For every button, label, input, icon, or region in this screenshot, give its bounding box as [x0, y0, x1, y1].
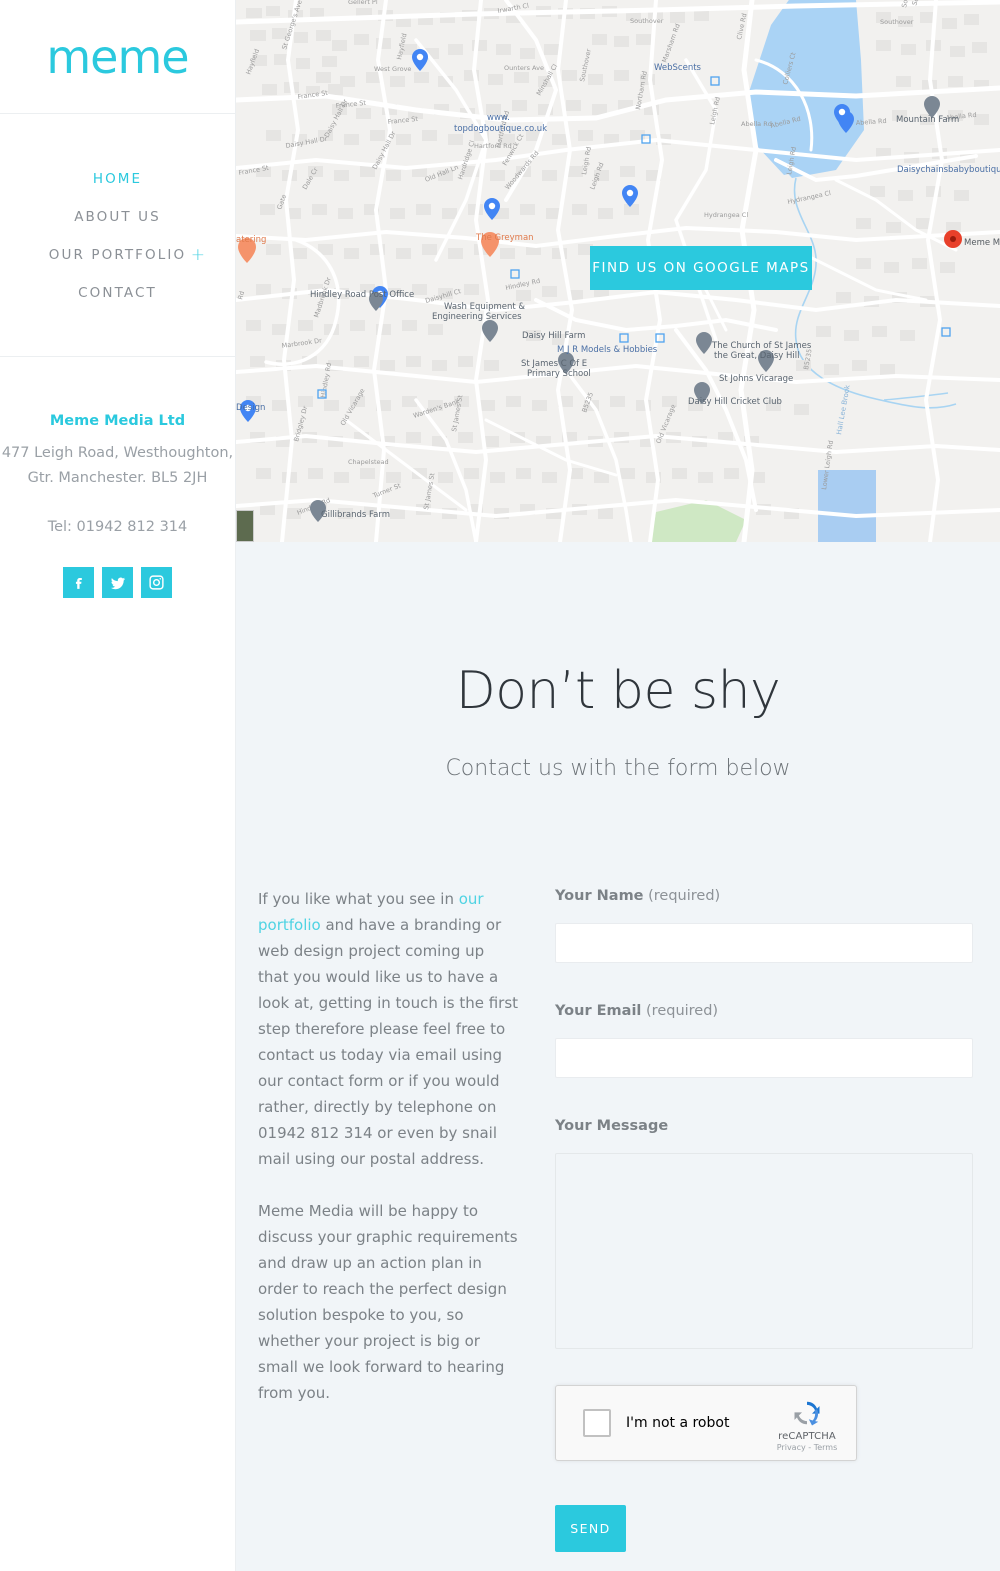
svg-text:Hindley Road Post Office: Hindley Road Post Office: [310, 290, 414, 300]
svg-text:Design: Design: [236, 403, 265, 413]
svg-text:topdogboutique.co.uk: topdogboutique.co.uk: [454, 124, 547, 134]
logo-block[interactable]: meme: [0, 0, 235, 114]
svg-text:Meme Media: Meme Media: [964, 238, 1000, 248]
nav-item-home[interactable]: HOME: [0, 160, 235, 198]
map-button-label: FIND US ON GOOGLE MAPS: [592, 260, 810, 276]
svg-text:Gellert Pl: Gellert Pl: [348, 0, 378, 6]
svg-text:Southover: Southover: [630, 17, 664, 25]
svg-text:Southover: Southover: [880, 18, 914, 26]
company-name: Meme Media Ltd: [49, 413, 186, 429]
your-name-label-main: Your Name: [555, 887, 644, 904]
your-name-input[interactable]: [555, 922, 973, 963]
svg-text:Daisychainsbabyboutique: Daisychainsbabyboutique: [897, 165, 1000, 175]
svg-text:WebScents: WebScents: [654, 63, 702, 73]
your-email-input[interactable]: [555, 1037, 973, 1078]
your-name-label: Your Name (required): [555, 888, 981, 904]
svg-text:Hydrangea Cl: Hydrangea Cl: [704, 211, 748, 219]
nav-item-our-portfolio[interactable]: OUR PORTFOLIO +: [0, 236, 235, 274]
svg-text:The Greyman: The Greyman: [475, 233, 534, 243]
site-logo: meme: [46, 29, 189, 84]
svg-text:atering: atering: [236, 235, 266, 245]
address-line-1: 477 Leigh Road, Westhoughton,: [1, 445, 234, 461]
sidebar-contact-block: Meme Media Ltd 477 Leigh Road, Westhough…: [0, 357, 235, 598]
your-name-label-required: (required): [643, 887, 721, 904]
nav-item-about-us[interactable]: ABOUT US: [0, 198, 235, 236]
page-subtitle: Contact us with the form below: [445, 755, 791, 781]
your-email-label-required: (required): [641, 1002, 719, 1019]
nav-item-contact[interactable]: CONTACT: [0, 274, 235, 312]
contact-form: Your Name (required) Your Email (require…: [541, 886, 981, 1552]
svg-text:West Grove: West Grove: [374, 65, 411, 73]
svg-text:Chapelstead: Chapelstead: [348, 458, 389, 466]
expand-plus-icon[interactable]: +: [191, 245, 205, 265]
facebook-icon[interactable]: [63, 567, 94, 598]
intro-text-column: If you like what you see in our portfoli…: [258, 886, 541, 1552]
svg-text:St Johns Vicarage: St Johns Vicarage: [719, 374, 793, 384]
nav-item-our-portfolio-label: OUR PORTFOLIO: [48, 247, 187, 263]
your-message-label: Your Message: [555, 1118, 981, 1134]
svg-text:Mountain Farm: Mountain Farm: [896, 115, 959, 125]
svg-text:Daisy Hill Farm: Daisy Hill Farm: [522, 331, 585, 341]
svg-text:www.: www.: [487, 113, 510, 123]
svg-text:the Great, Daisy Hill: the Great, Daisy Hill: [714, 351, 799, 361]
content-columns: If you like what you see in our portfoli…: [236, 781, 1000, 1552]
svg-text:Gillibrands Farm: Gillibrands Farm: [321, 510, 390, 520]
intro-p1-post: and have a branding or web design projec…: [258, 915, 519, 1168]
your-message-label-main: Your Message: [555, 1117, 669, 1134]
page-title: Don’t be shy: [455, 660, 781, 721]
svg-text:Wash Equipment &: Wash Equipment &: [444, 302, 525, 312]
main-navigation: HOME ABOUT US OUR PORTFOLIO + CONTACT: [0, 114, 235, 357]
send-button[interactable]: SEND: [555, 1504, 626, 1552]
intro-paragraph-2: Meme Media will be happy to discuss your…: [258, 1201, 518, 1402]
svg-text:St James C Of E: St James C Of E: [521, 359, 587, 369]
instagram-icon[interactable]: [141, 567, 172, 598]
telephone: Tel: 01942 812 314: [47, 519, 188, 535]
svg-text:M J R Models & Hobbies: M J R Models & Hobbies: [557, 345, 658, 355]
nav-item-home-label: HOME: [92, 171, 143, 187]
svg-text:Hartford Rd: Hartford Rd: [474, 142, 512, 150]
address-line-2: Gtr. Manchester. BL5 2JH: [27, 470, 208, 486]
intro-paragraph-1: If you like what you see in our portfoli…: [258, 886, 519, 1172]
svg-text:Engineering Services: Engineering Services: [432, 312, 522, 322]
contact-section: Don’t be shy Contact us with the form be…: [236, 542, 1000, 1571]
your-email-label-main: Your Email: [555, 1002, 642, 1019]
recaptcha-logo-icon: [768, 1396, 846, 1430]
social-links: [0, 567, 235, 598]
find-us-on-google-maps-button[interactable]: FIND US ON GOOGLE MAPS: [590, 246, 812, 290]
street-view-thumbnail[interactable]: [236, 510, 254, 542]
svg-text:Abella Rd: Abella Rd: [741, 120, 772, 128]
map-region[interactable]: Gellert Pl Southover Southover West Grov…: [236, 0, 1000, 542]
svg-text:Daisy Hill Cricket Club: Daisy Hill Cricket Club: [688, 397, 782, 407]
your-email-label: Your Email (required): [555, 1003, 981, 1019]
intro-p1-pre: If you like what you see in: [258, 889, 459, 908]
your-message-textarea[interactable]: [555, 1152, 973, 1349]
recaptcha-brand-name: reCAPTCHA: [778, 1430, 836, 1442]
svg-text:Primary School: Primary School: [527, 369, 591, 379]
svg-text:The Church of St James: The Church of St James: [711, 341, 812, 351]
nav-item-contact-label: CONTACT: [78, 285, 157, 301]
svg-text:Ounters Ave: Ounters Ave: [504, 64, 544, 72]
recaptcha-label: I'm not a robot: [626, 1414, 730, 1431]
recaptcha-terms-links[interactable]: Privacy - Terms: [768, 1443, 846, 1452]
twitter-icon[interactable]: [102, 567, 133, 598]
recaptcha-checkbox[interactable]: [583, 1408, 611, 1437]
recaptcha-widget[interactable]: I'm not a robot reCAPTCHA Privacy - Term…: [555, 1384, 857, 1461]
nav-item-about-us-label: ABOUT US: [74, 209, 161, 225]
recaptcha-branding: reCAPTCHA Privacy - Terms: [768, 1396, 846, 1452]
sidebar: meme HOME ABOUT US OUR PORTFOLIO + CONTA…: [0, 0, 236, 1571]
